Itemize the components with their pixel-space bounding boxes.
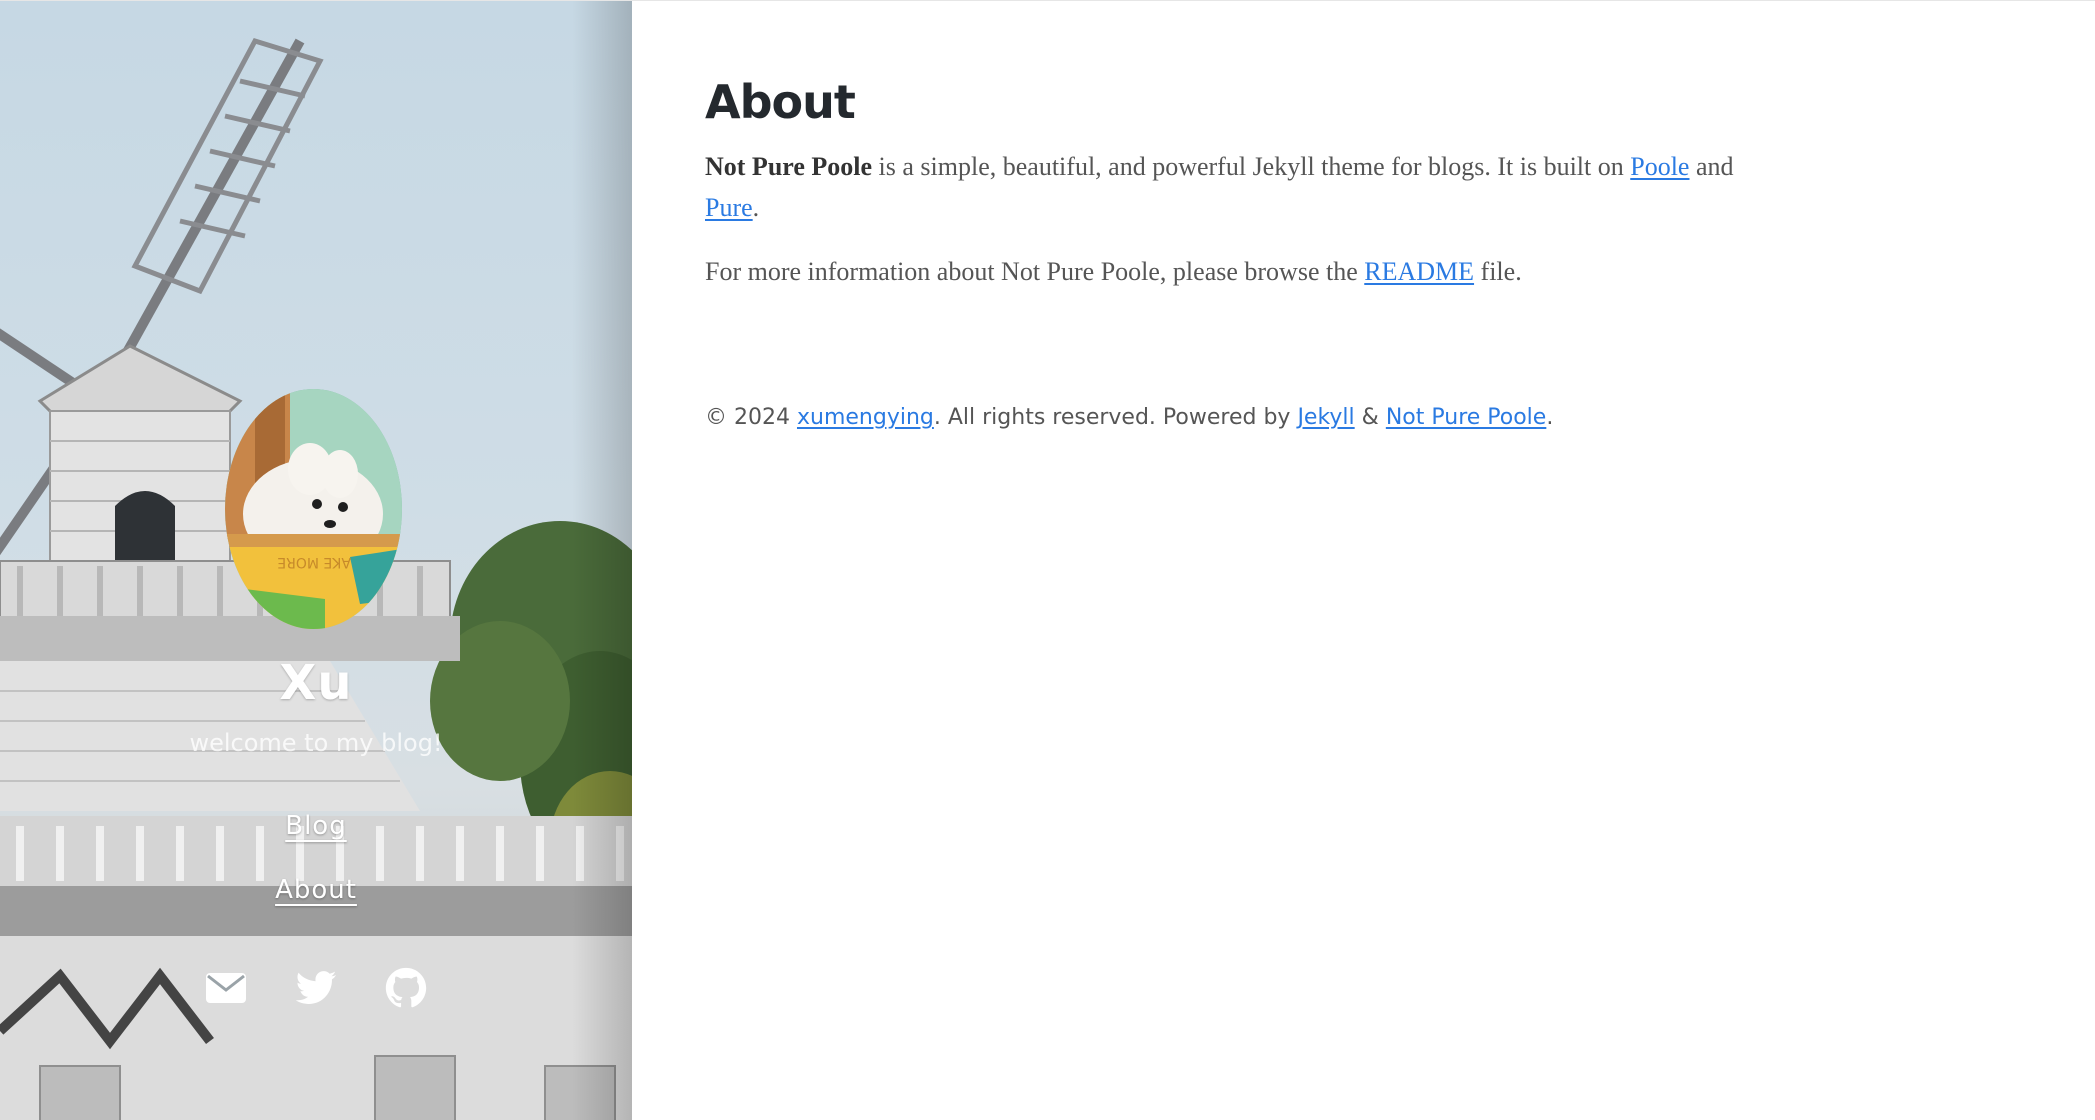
- sidebar-edge-shadow: [572, 1, 632, 1120]
- avatar-dog-photo: AKE MORE: [225, 389, 402, 629]
- footer-author-link[interactable]: xumengying: [797, 405, 934, 430]
- footer-rights: . All rights reserved. Powered by: [933, 405, 1298, 430]
- footer-end: .: [1546, 405, 1554, 430]
- pure-link[interactable]: Pure: [705, 193, 753, 222]
- intro-period: .: [752, 193, 760, 222]
- svg-text:AKE MORE: AKE MORE: [277, 554, 351, 570]
- site-subtitle: welcome to my blog!: [189, 729, 443, 757]
- github-icon: [385, 967, 427, 1008]
- page-title: About: [705, 75, 856, 129]
- nav-item: Blog: [0, 806, 632, 870]
- page: AKE MORE Xu welcome to my blog! Blog Abo…: [0, 0, 2095, 1120]
- avatar[interactable]: AKE MORE: [225, 389, 402, 629]
- readme-text: For more information about Not Pure Pool…: [705, 257, 1365, 286]
- twitter-link[interactable]: [294, 966, 338, 1010]
- intro-text: is a simple, beautiful, and powerful Jek…: [872, 152, 1631, 181]
- social-links: [0, 966, 632, 1010]
- footer-jekyll-link[interactable]: Jekyll: [1297, 405, 1354, 430]
- envelope-icon: [206, 973, 246, 1003]
- email-link[interactable]: [204, 966, 248, 1010]
- nav-item: About: [0, 870, 632, 934]
- footer: © 2024 xumengying. All rights reserved. …: [705, 405, 1553, 430]
- sidebar-nav: Blog About: [0, 806, 632, 934]
- footer-theme-link[interactable]: Not Pure Poole: [1386, 405, 1547, 430]
- nav-link-about[interactable]: About: [275, 875, 357, 905]
- twitter-icon: [295, 971, 337, 1004]
- footer-copyright: © 2024: [705, 405, 797, 430]
- readme-link[interactable]: README: [1364, 257, 1474, 286]
- poole-link[interactable]: Poole: [1630, 152, 1689, 181]
- readme-paragraph: For more information about Not Pure Pool…: [705, 251, 1805, 292]
- readme-suffix: file.: [1474, 257, 1522, 286]
- github-link[interactable]: [384, 966, 428, 1010]
- intro-paragraph: Not Pure Poole is a simple, beautiful, a…: [705, 146, 1805, 228]
- sidebar: AKE MORE Xu welcome to my blog! Blog Abo…: [0, 1, 632, 1120]
- intro-and: and: [1689, 152, 1734, 181]
- footer-amp: &: [1354, 405, 1386, 430]
- theme-name: Not Pure Poole: [705, 152, 873, 181]
- nav-link-blog[interactable]: Blog: [285, 811, 346, 841]
- site-title[interactable]: Xu: [0, 655, 632, 711]
